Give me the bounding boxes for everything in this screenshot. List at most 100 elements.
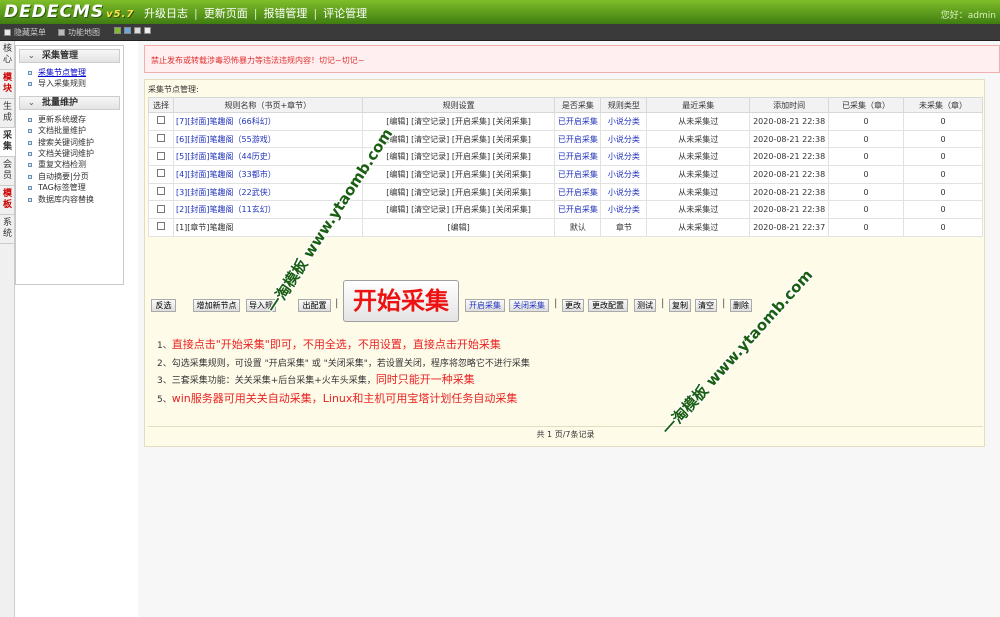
nav-upgrade-log[interactable]: 升级日志 xyxy=(138,5,194,21)
menu-item-db-replace[interactable]: 数据库内容替换 xyxy=(16,194,123,205)
bullet-icon xyxy=(28,82,32,87)
rule-name-link[interactable]: [7][封面]笔趣阁（66科幻） xyxy=(172,112,363,131)
skin-white-icon[interactable] xyxy=(144,27,151,34)
skin-green-icon[interactable] xyxy=(114,27,121,34)
edit-config-button[interactable]: 更改配置 xyxy=(588,299,628,312)
last-collect: 从未采集过 xyxy=(646,147,751,167)
tab-member[interactable]: 会员 xyxy=(0,157,15,186)
bullet-icon xyxy=(28,71,32,75)
collected-count: 0 xyxy=(828,147,905,167)
rule-name-link[interactable]: [6][封面]笔趣阁（55游戏） xyxy=(172,129,363,149)
menu-item-doc-keyword[interactable]: 文档关键词维护 xyxy=(16,148,123,159)
collect-status[interactable]: 已开启采集 xyxy=(554,112,602,131)
tab-template[interactable]: 模板 xyxy=(0,186,15,215)
hide-menu-button[interactable]: 隐藏菜单 xyxy=(4,27,46,38)
menu-item-duplicate-check[interactable]: 重复文档检测 xyxy=(16,159,123,170)
col-collected: 已采集（章） xyxy=(828,97,905,113)
nav-error-manage[interactable]: 报错管理 xyxy=(257,5,313,21)
tab-collect[interactable]: 采集 xyxy=(0,128,15,157)
rule-type[interactable]: 小说分类 xyxy=(600,200,648,220)
col-added-time: 添加时间 xyxy=(749,97,830,113)
collect-status[interactable]: 已开启采集 xyxy=(554,165,602,184)
row-checkbox[interactable] xyxy=(156,169,165,178)
rule-settings-links[interactable]: [编辑] [清空记录] [开启采集] [关闭采集] xyxy=(361,147,556,167)
rule-settings-links[interactable]: [编辑] [清空记录] [开启采集] [关闭采集] xyxy=(361,182,556,202)
row-checkbox[interactable] xyxy=(156,222,165,231)
rule-type[interactable]: 小说分类 xyxy=(600,147,648,167)
delete-button[interactable]: 删除 xyxy=(730,299,752,312)
rule-name-link[interactable]: [4][封面]笔趣阁（33都市） xyxy=(172,165,363,184)
rule-name-link[interactable]: [5][封面]笔趣阁（44历史） xyxy=(172,147,363,167)
last-collect: 从未采集过 xyxy=(646,218,751,237)
last-collect: 从未采集过 xyxy=(646,200,751,220)
map-icon xyxy=(58,29,65,36)
disable-collect-button[interactable]: 关闭采集 xyxy=(509,299,549,312)
collect-status[interactable]: 已开启采集 xyxy=(554,147,602,167)
enable-collect-button[interactable]: 开启采集 xyxy=(465,299,505,312)
start-collect-button[interactable]: 开始采集 xyxy=(343,280,459,322)
module-tabs: 核心 模块 生成 采集 会员 模板 系统 xyxy=(0,41,15,617)
table-header-row: 选择 规则名称（书页+章节） 规则设置 是否采集 规则类型 最近采集 添加时间 … xyxy=(148,97,983,113)
tab-module[interactable]: 模块 xyxy=(0,70,15,99)
collected-count: 0 xyxy=(828,165,905,184)
menu-icon xyxy=(4,29,11,36)
collect-status[interactable]: 已开启采集 xyxy=(554,129,602,149)
menu-item-search-keyword[interactable]: 搜索关键词维护 xyxy=(16,137,123,148)
menu-group-batch[interactable]: ⌄ 批量维护 xyxy=(19,95,120,110)
tab-generate[interactable]: 生成 xyxy=(0,99,15,128)
invert-select-button[interactable]: 反选 xyxy=(151,299,176,312)
rule-settings-links[interactable]: [编辑] [清空记录] [开启采集] [关闭采集] xyxy=(361,112,556,131)
rule-type[interactable]: 小说分类 xyxy=(600,129,648,149)
add-node-button[interactable]: 增加新节点 xyxy=(193,299,240,312)
rule-settings-links[interactable]: [编辑] [清空记录] [开启采集] [关闭采集] xyxy=(361,165,556,184)
row-checkbox[interactable] xyxy=(156,187,165,196)
collected-count: 0 xyxy=(828,200,905,220)
edit-button[interactable]: 更改 xyxy=(562,299,584,312)
uncollected-count: 0 xyxy=(903,147,983,167)
nav-update-page[interactable]: 更新页面 xyxy=(198,5,254,21)
rule-type[interactable]: 小说分类 xyxy=(600,112,648,131)
copy-button[interactable]: 复制 xyxy=(669,299,691,312)
rule-type[interactable]: 小说分类 xyxy=(600,165,648,184)
row-checkbox[interactable] xyxy=(156,134,165,143)
tab-system[interactable]: 系统 xyxy=(0,215,15,244)
menu-group-collect[interactable]: ⌄ 采集管理 xyxy=(19,49,120,63)
menu-item-tag-manage[interactable]: TAG标签管理 xyxy=(16,182,123,193)
menu-item-node-manage[interactable]: 采集节点管理 xyxy=(16,67,123,78)
bullet-icon xyxy=(28,117,32,122)
skin-blue-icon[interactable] xyxy=(124,27,131,34)
col-rule-name: 规则名称（书页+章节） xyxy=(172,97,363,113)
row-checkbox[interactable] xyxy=(156,116,165,125)
rule-settings-links[interactable]: [编辑] [清空记录] [开启采集] [关闭采集] xyxy=(361,200,556,220)
rule-type: 章节 xyxy=(600,218,648,237)
pagination: 共 1 页/7条记录 xyxy=(148,426,983,442)
rule-settings-links[interactable]: [编辑] xyxy=(361,218,556,237)
export-config-button[interactable]: 出配置 xyxy=(298,299,331,312)
table-row: [3][封面]笔趣阁（22武侠） [编辑] [清空记录] [开启采集] [关闭采… xyxy=(148,182,983,202)
row-checkbox[interactable] xyxy=(156,151,165,160)
user-greeting: 您好：admin xyxy=(940,11,996,21)
clear-button[interactable]: 清空 xyxy=(695,299,717,312)
tab-core[interactable]: 核心 xyxy=(0,41,15,70)
menu-item-batch-doc[interactable]: 文档批量维护 xyxy=(16,125,123,136)
collected-count: 0 xyxy=(828,129,905,149)
menu-item-update-cache[interactable]: 更新系统缓存 xyxy=(16,114,123,125)
col-collect-status: 是否采集 xyxy=(554,97,602,113)
rule-type[interactable]: 小说分类 xyxy=(600,182,648,202)
menu-item-auto-summary[interactable]: 自动摘要|分页 xyxy=(16,171,123,182)
skin-gray-icon[interactable] xyxy=(134,27,141,34)
menu-item-import-rule[interactable]: 导入采集规则 xyxy=(16,78,123,89)
bullet-icon xyxy=(28,140,32,145)
collect-status[interactable]: 已开启采集 xyxy=(554,200,602,220)
collected-count: 0 xyxy=(828,182,905,202)
col-rule-settings: 规则设置 xyxy=(361,97,556,113)
nav-comment-manage[interactable]: 评论管理 xyxy=(317,5,373,21)
sub-toolbar: 隐藏菜单 功能地图 xyxy=(0,24,1000,41)
test-button[interactable]: 测试 xyxy=(634,299,656,312)
col-uncollected: 未采集（章） xyxy=(903,97,983,113)
top-bar: DEDECMS v5.7 升级日志 | 更新页面 | 报错管理 | 评论管理 您好… xyxy=(0,0,1000,24)
function-map-button[interactable]: 功能地图 xyxy=(58,27,100,38)
collect-status[interactable]: 已开启采集 xyxy=(554,182,602,202)
row-checkbox[interactable] xyxy=(156,204,165,213)
panel-title: 采集节点管理: xyxy=(148,85,199,94)
